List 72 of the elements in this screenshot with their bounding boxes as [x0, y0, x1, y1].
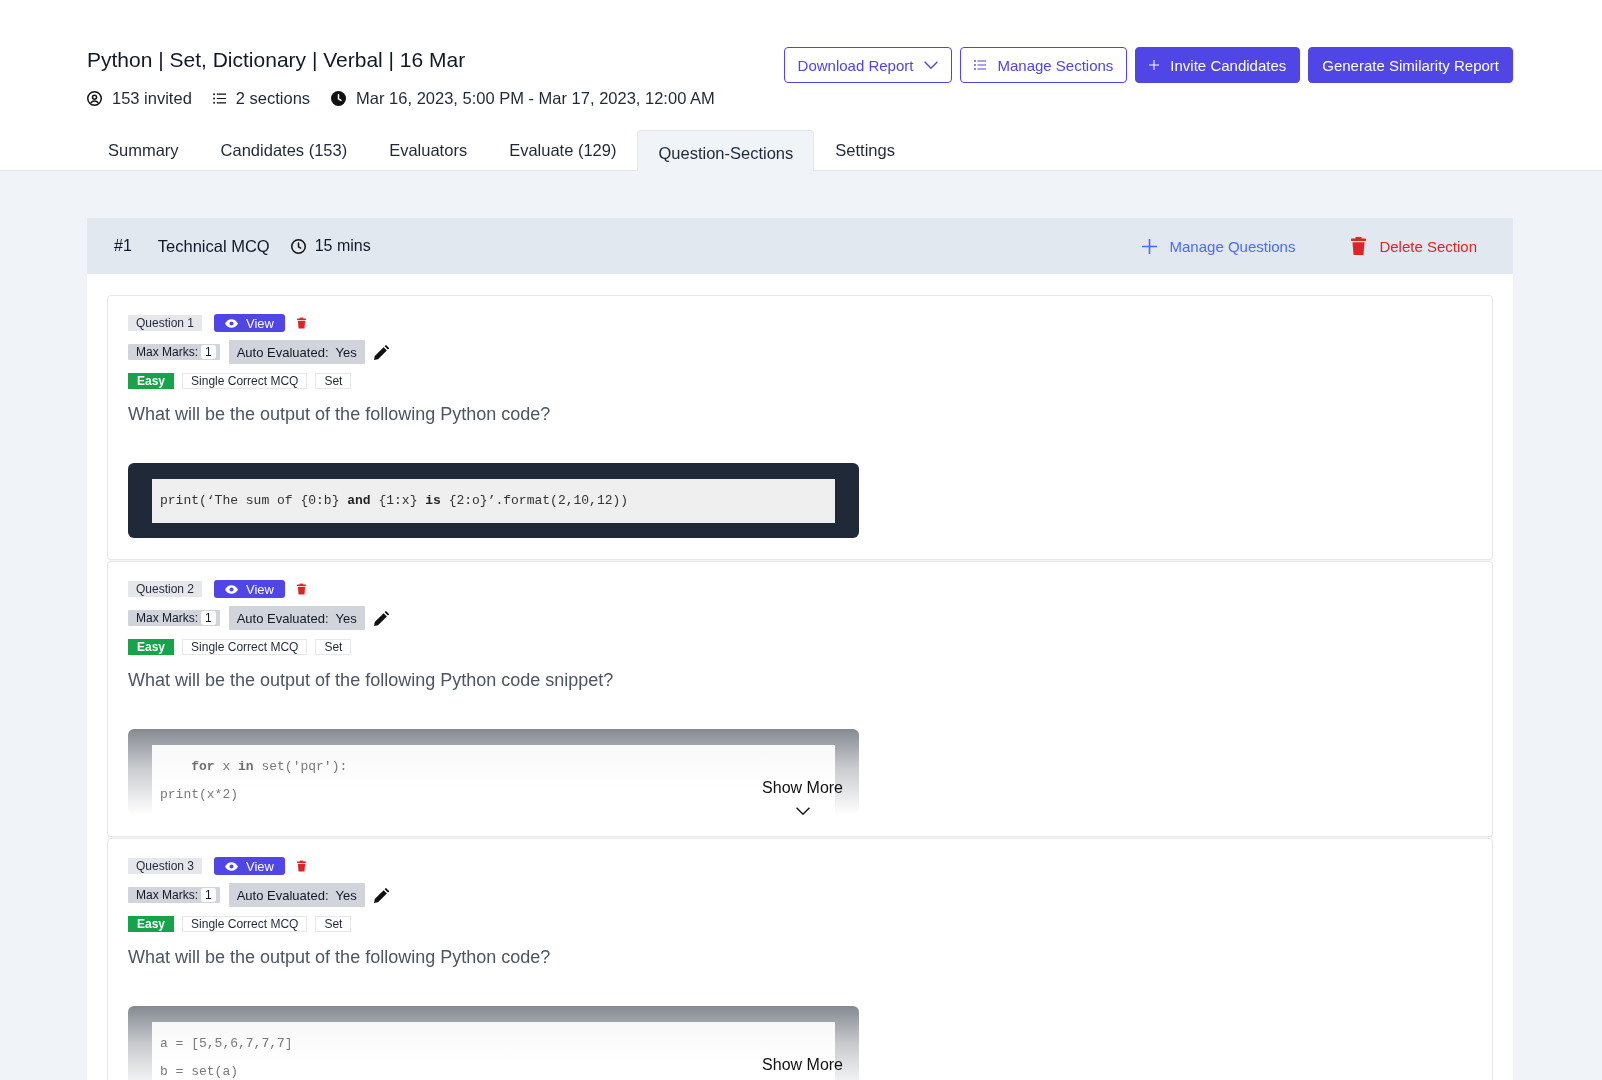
max-marks-value: 1 [201, 888, 216, 902]
topic-tag: Set [315, 916, 352, 932]
difficulty-tag: Easy [128, 916, 175, 932]
manage-sections-button[interactable]: Manage Sections [960, 47, 1128, 83]
trash-icon[interactable] [297, 317, 306, 329]
view-button[interactable]: View [214, 580, 285, 598]
eye-icon [225, 861, 239, 871]
clock-icon [290, 238, 306, 254]
topic-tag: Set [315, 373, 352, 389]
code-line: print(‘The sum of {0:b} and {1:x} is {2:o}’.format(2,10,12)) [160, 492, 629, 510]
max-marks-value: 1 [201, 345, 216, 359]
max-marks-label: Max Marks: [136, 611, 198, 625]
plus-icon [1141, 238, 1157, 254]
question-text: What will be the output of the following Python code snippet? [128, 669, 615, 692]
question-number-tag: Question 3 [128, 858, 203, 874]
meta-text: 153 invited [112, 88, 192, 108]
tab[interactable]: Evaluators [368, 130, 489, 170]
question-type-tag: Single Correct MCQ [182, 639, 308, 655]
invite-candidates-button[interactable]: Invite Candidates [1135, 47, 1301, 83]
question-type-tag: Single Correct MCQ [182, 916, 308, 932]
section-title: Technical MCQ [157, 236, 270, 256]
question-number-tag: Question 2 [128, 581, 203, 597]
clock-icon [331, 90, 347, 106]
code-line: b = set(a) [160, 1063, 238, 1080]
code-line: for x in set('pqr'): [190, 758, 348, 776]
user-circle-icon [87, 90, 102, 106]
meta-text: Mar 16, 2023, 5:00 PM - Mar 17, 2023, 12:00 AM [356, 88, 715, 108]
meta-text: 2 sections [235, 88, 311, 108]
tab[interactable]: Evaluate (129) [488, 130, 638, 170]
page-title: Python | Set, Dictionary | Verbal | 16 Mar [87, 47, 467, 73]
chevron-down-icon [924, 61, 939, 69]
trash-icon[interactable] [297, 860, 306, 872]
question-type-tag: Single Correct MCQ [182, 373, 308, 389]
pencil-icon[interactable] [373, 610, 389, 626]
eye-icon [225, 318, 239, 328]
code-line: a = [5,5,6,7,7,7] [160, 1035, 293, 1053]
section-duration: 15 mins [314, 237, 371, 255]
pencil-icon[interactable] [373, 344, 389, 360]
max-marks-label: Max Marks: [136, 345, 198, 359]
auto-evaluated-tag: Auto Evaluated: Yes [228, 340, 365, 364]
pencil-icon[interactable] [373, 887, 389, 903]
auto-evaluated-tag: Auto Evaluated: Yes [228, 883, 365, 907]
question-number-tag: Question 1 [128, 315, 203, 331]
topic-tag: Set [315, 639, 352, 655]
question-text: What will be the output of the following Python code? [128, 946, 552, 969]
code-line: print(x*2) [160, 786, 238, 804]
manage-questions-link[interactable]: Manage Questions [1141, 237, 1296, 255]
download-report-button[interactable]: Download Report [783, 47, 953, 83]
chevron-down-icon [795, 807, 810, 815]
section-number: #1 [114, 237, 132, 255]
show-more-button[interactable]: Show More [762, 777, 843, 815]
list-icon [212, 91, 226, 105]
difficulty-tag: Easy [128, 639, 175, 655]
tab[interactable]: Summary [87, 130, 200, 170]
trash-icon [1351, 237, 1367, 255]
view-button[interactable]: View [214, 857, 285, 875]
max-marks-label: Max Marks: [136, 888, 198, 902]
eye-icon [225, 584, 239, 594]
delete-section-link[interactable]: Delete Section [1351, 237, 1477, 255]
tab[interactable]: Candidates (153) [199, 130, 369, 170]
auto-evaluated-tag: Auto Evaluated: Yes [228, 606, 365, 630]
plus-icon [1149, 60, 1160, 70]
list-icon [974, 59, 987, 71]
question-text: What will be the output of the following Python code? [128, 403, 552, 426]
generate-report-button[interactable]: Generate Similarity Report [1308, 47, 1513, 83]
tab[interactable]: Settings [814, 130, 916, 170]
show-more-button[interactable]: Show More [762, 1054, 843, 1080]
difficulty-tag: Easy [128, 373, 175, 389]
view-button[interactable]: View [214, 314, 285, 332]
max-marks-value: 1 [201, 611, 216, 625]
trash-icon[interactable] [297, 583, 306, 595]
tab[interactable]: Question-Sections [637, 130, 815, 171]
